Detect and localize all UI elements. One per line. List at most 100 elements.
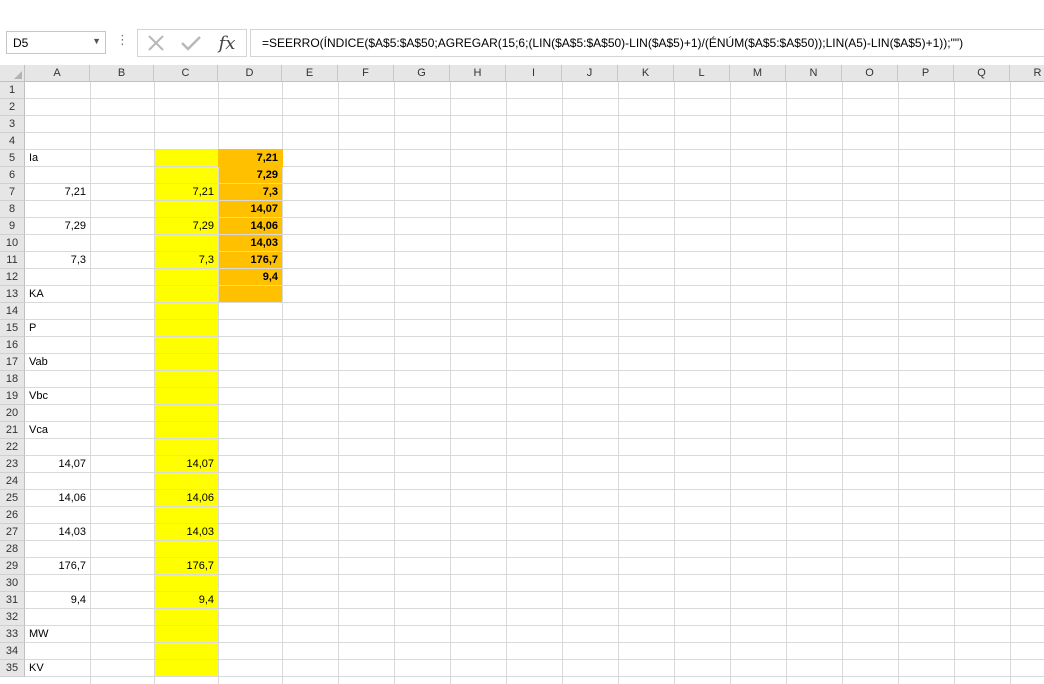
row-header-23[interactable]: 23: [0, 456, 25, 473]
column-header-l[interactable]: L: [674, 65, 730, 82]
row-header-21[interactable]: 21: [0, 422, 25, 439]
insert-function-icon[interactable]: fx: [212, 32, 242, 54]
cell-a31[interactable]: 9,4: [26, 592, 90, 609]
row-header-13[interactable]: 13: [0, 286, 25, 303]
cell-a9[interactable]: 7,29: [26, 218, 90, 235]
row-header-27[interactable]: 27: [0, 524, 25, 541]
row-header-25[interactable]: 25: [0, 490, 25, 507]
column-header-c[interactable]: C: [154, 65, 218, 82]
column-header-h[interactable]: H: [450, 65, 506, 82]
row-header-6[interactable]: 6: [0, 167, 25, 184]
cell-a25[interactable]: 14,06: [26, 490, 90, 507]
column-header-d[interactable]: D: [218, 65, 282, 82]
gridline: [562, 82, 563, 684]
row-header-10[interactable]: 10: [0, 235, 25, 252]
cell-a19[interactable]: Vbc: [26, 388, 90, 405]
row-header-16[interactable]: 16: [0, 337, 25, 354]
more-options-icon[interactable]: ⋮: [116, 33, 129, 46]
cancel-icon[interactable]: [141, 32, 171, 54]
cell-a21[interactable]: Vca: [26, 422, 90, 439]
cell-a33[interactable]: MW: [26, 626, 90, 643]
row-header-4[interactable]: 4: [0, 133, 25, 150]
column-header-e[interactable]: E: [282, 65, 338, 82]
row-header-31[interactable]: 31: [0, 592, 25, 609]
column-header-k[interactable]: K: [618, 65, 674, 82]
gridline: [450, 82, 451, 684]
column-header-o[interactable]: O: [842, 65, 898, 82]
cell-a5[interactable]: Ia: [26, 150, 90, 167]
row-header-14[interactable]: 14: [0, 303, 25, 320]
cell-d8[interactable]: 14,07: [219, 201, 282, 218]
column-header-i[interactable]: I: [506, 65, 562, 82]
row-header-7[interactable]: 7: [0, 184, 25, 201]
cell-a15[interactable]: P: [26, 320, 90, 337]
row-header-33[interactable]: 33: [0, 626, 25, 643]
cell-d9[interactable]: 14,06: [219, 218, 282, 235]
formula-buttons: fx: [137, 29, 247, 57]
row-header-19[interactable]: 19: [0, 388, 25, 405]
row-header-17[interactable]: 17: [0, 354, 25, 371]
row-header-5[interactable]: 5: [0, 150, 25, 167]
row-header-9[interactable]: 9: [0, 218, 25, 235]
cell-d11[interactable]: 176,7: [219, 252, 282, 269]
column-header-r[interactable]: R: [1010, 65, 1044, 82]
row-header-28[interactable]: 28: [0, 541, 25, 558]
cell-a17[interactable]: Vab: [26, 354, 90, 371]
cell-d12[interactable]: 9,4: [219, 269, 282, 286]
select-all-button[interactable]: [0, 65, 25, 82]
column-header-a[interactable]: A: [25, 65, 90, 82]
row-header-1[interactable]: 1: [0, 82, 25, 99]
row-header-2[interactable]: 2: [0, 99, 25, 116]
row-header-18[interactable]: 18: [0, 371, 25, 388]
cell-a27[interactable]: 14,03: [26, 524, 90, 541]
column-header-m[interactable]: M: [730, 65, 786, 82]
check-icon[interactable]: [176, 32, 206, 54]
column-header-g[interactable]: G: [394, 65, 450, 82]
row-header-30[interactable]: 30: [0, 575, 25, 592]
cell-c27[interactable]: 14,03: [155, 524, 218, 541]
cell-c25[interactable]: 14,06: [155, 490, 218, 507]
column-header-p[interactable]: P: [898, 65, 954, 82]
cell-a13[interactable]: KA: [26, 286, 90, 303]
row-header-15[interactable]: 15: [0, 320, 25, 337]
cell-a7[interactable]: 7,21: [26, 184, 90, 201]
cell-a11[interactable]: 7,3: [26, 252, 90, 269]
row-header-11[interactable]: 11: [0, 252, 25, 269]
gridline: [25, 642, 1044, 643]
cell-c11[interactable]: 7,3: [155, 252, 218, 269]
row-header-32[interactable]: 32: [0, 609, 25, 626]
cell-c9[interactable]: 7,29: [155, 218, 218, 235]
spreadsheet-grid: A B C D E F G H I J K L M N O P Q R 1 2 3 4 5 6 7 8 9 10 11 12 13 14 15 1…: [0, 65, 1044, 684]
cell-c29[interactable]: 176,7: [155, 558, 218, 575]
column-header-b[interactable]: B: [90, 65, 154, 82]
row-header-12[interactable]: 12: [0, 269, 25, 286]
name-box-value: D5: [13, 36, 29, 50]
row-header-22[interactable]: 22: [0, 439, 25, 456]
gridline: [338, 82, 339, 684]
formula-input[interactable]: =SEERRO(ÍNDICE($A$5:$A$50;AGREGAR(15;6;(…: [250, 29, 1044, 57]
gridline: [25, 319, 1044, 320]
row-header-20[interactable]: 20: [0, 405, 25, 422]
column-header-q[interactable]: Q: [954, 65, 1010, 82]
column-header-f[interactable]: F: [338, 65, 394, 82]
cell-d7[interactable]: 7,3: [219, 184, 282, 201]
cell-d6[interactable]: 7,29: [219, 167, 282, 184]
cell-c23[interactable]: 14,07: [155, 456, 218, 473]
row-header-24[interactable]: 24: [0, 473, 25, 490]
row-header-35[interactable]: 35: [0, 660, 25, 677]
row-header-26[interactable]: 26: [0, 507, 25, 524]
row-header-3[interactable]: 3: [0, 116, 25, 133]
column-header-j[interactable]: J: [562, 65, 618, 82]
cell-c31[interactable]: 9,4: [155, 592, 218, 609]
cell-a29[interactable]: 176,7: [26, 558, 90, 575]
cell-a35[interactable]: KV: [26, 660, 90, 677]
row-header-34[interactable]: 34: [0, 643, 25, 660]
cell-c7[interactable]: 7,21: [155, 184, 218, 201]
column-header-n[interactable]: N: [786, 65, 842, 82]
row-header-29[interactable]: 29: [0, 558, 25, 575]
row-header-8[interactable]: 8: [0, 201, 25, 218]
cell-a23[interactable]: 14,07: [26, 456, 90, 473]
chevron-down-icon[interactable]: ▼: [92, 36, 101, 46]
name-box[interactable]: D5 ▼: [6, 31, 106, 54]
cell-d10[interactable]: 14,03: [219, 235, 282, 252]
